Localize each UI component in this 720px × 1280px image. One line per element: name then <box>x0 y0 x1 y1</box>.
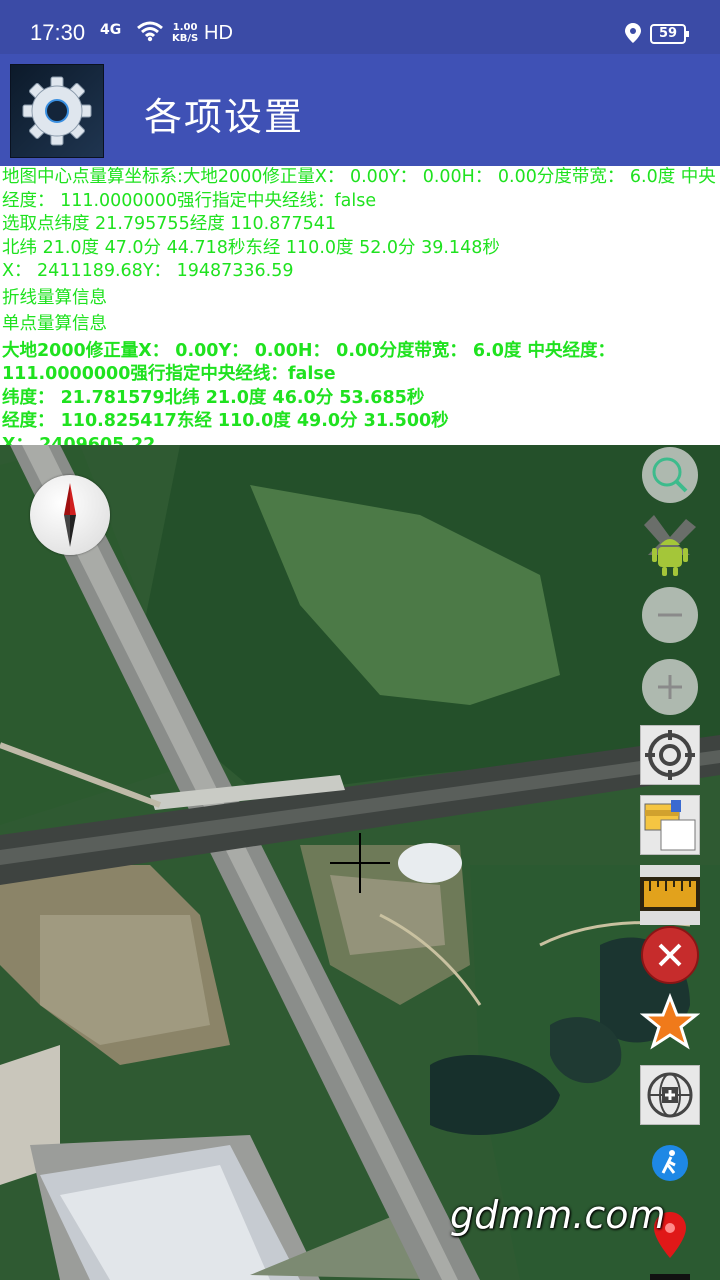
close-icon[interactable] <box>640 925 700 985</box>
zoom-in-icon[interactable] <box>642 659 698 715</box>
selected-point-dms: 北纬 21.0度 47.0分 44.718秒东经 110.0度 52.0分 39… <box>2 237 500 258</box>
favorite-star-icon[interactable] <box>639 992 701 1053</box>
page-title: 各项设置 <box>144 95 305 139</box>
single-point-measure-header: 单点量算信息 <box>2 314 107 334</box>
status-bar: 17:30 4G 1.00 KB/S HD 59 <box>0 0 720 54</box>
compass-icon[interactable] <box>30 475 110 555</box>
selected-point-xy: X： 2411189.68Y： 19487336.59 <box>2 261 294 281</box>
search-icon[interactable] <box>642 447 698 503</box>
zoom-out-icon[interactable] <box>642 587 698 643</box>
ruler-icon[interactable] <box>640 865 700 925</box>
single-point-latitude: 纬度： 21.781579北纬 21.0度 46.0分 53.685秒 <box>2 387 425 408</box>
hd-indicator: HD <box>204 22 233 44</box>
single-point-params: 大地2000修正量X： 0.00Y： 0.00H： 0.00分度带宽： 6.0度… <box>2 340 616 385</box>
status-time: 17:30 <box>30 20 86 45</box>
single-point-longitude: 经度： 110.825417东经 110.0度 49.0分 31.500秒 <box>2 411 449 431</box>
selected-point-latlon: 选取点纬度 21.795755经度 110.877541 <box>2 214 337 234</box>
measurement-info-panel: 地图中心点量算坐标系:大地2000修正量X： 0.00Y： 0.00H： 0.0… <box>0 166 720 445</box>
wifi-icon <box>136 20 164 47</box>
walk-icon[interactable] <box>650 1143 690 1183</box>
globe-add-icon[interactable] <box>640 1065 700 1125</box>
map-center-coordinate-system: 地图中心点量算坐标系:大地2000修正量X： 0.00Y： 0.00H： 0.0… <box>2 167 716 211</box>
watermark: gdmm.com <box>450 1193 666 1237</box>
speed-unit: KB/S <box>172 33 199 44</box>
satellite-map[interactable]: gdmm.com <box>0 445 720 1280</box>
location-icon <box>624 22 642 44</box>
street-view-icon[interactable] <box>640 515 700 576</box>
polyline-measure-header: 折线量算信息 <box>2 287 107 308</box>
map-center-crosshair <box>330 833 390 893</box>
speed-value: 1.00 <box>172 22 198 33</box>
layers-icon[interactable] <box>640 795 700 855</box>
settings-gear-icon[interactable] <box>10 64 104 158</box>
single-point-x: X： 2409605.22 <box>2 434 156 446</box>
signal-icon: 4G <box>100 22 122 38</box>
app-bar: 各项设置 <box>0 54 720 166</box>
network-speed: 1.00 KB/S <box>172 22 198 44</box>
battery-icon: 59 <box>650 24 689 44</box>
locate-icon[interactable] <box>640 725 700 785</box>
